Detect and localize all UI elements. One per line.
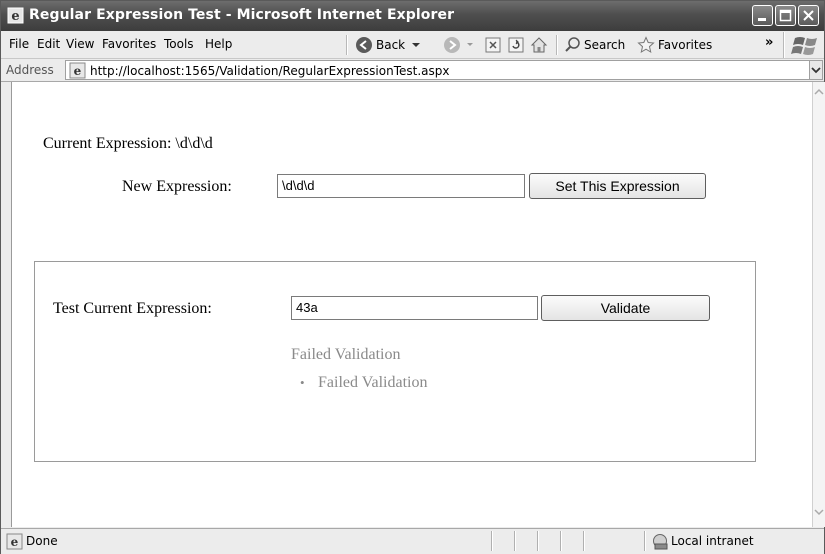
- refresh-icon: [508, 37, 524, 53]
- home-icon: [530, 37, 548, 53]
- address-field[interactable]: e http://localhost:1565/Validation/Regul…: [65, 60, 810, 80]
- forward-button[interactable]: [443, 35, 475, 55]
- menu-view[interactable]: View: [66, 37, 94, 51]
- test-expression-input[interactable]: 43a: [291, 296, 538, 320]
- browser-window: e Regular Expression Test - Microsoft In…: [0, 0, 825, 554]
- chevron-down-icon: [412, 43, 421, 47]
- address-url: http://localhost:1565/Validation/Regular…: [90, 64, 450, 78]
- windows-flag-icon: [791, 37, 817, 55]
- chevron-down-icon: [811, 67, 821, 74]
- svg-text:e: e: [11, 535, 19, 549]
- test-expression-label: Test Current Expression:: [53, 300, 212, 317]
- page-icon: e: [69, 62, 86, 79]
- back-label: Back: [376, 38, 406, 52]
- favorites-label: Favorites: [658, 38, 713, 52]
- status-panel-divider: [514, 531, 516, 551]
- validation-error-item: Failed Validation: [300, 374, 427, 392]
- set-expression-button[interactable]: Set This Expression: [529, 173, 706, 199]
- address-bar: Address e http://localhost:1565/Validati…: [1, 59, 824, 82]
- status-panel-divider: [560, 531, 562, 551]
- home-button[interactable]: [530, 35, 548, 55]
- page-content: Current Expression: \d\d\d New Expressio…: [11, 82, 813, 527]
- close-button[interactable]: [798, 5, 819, 26]
- stop-button[interactable]: [485, 35, 501, 55]
- window-title: Regular Expression Test - Microsoft Inte…: [29, 7, 455, 23]
- back-arrow-icon: [356, 37, 372, 53]
- toolbar-overflow-chevron[interactable]: »: [765, 32, 773, 52]
- favorites-button[interactable]: Favorites: [637, 35, 712, 55]
- menu-bar: File Edit View Favorites Tools Help Back…: [1, 31, 824, 59]
- toolbar-separator: [783, 32, 785, 58]
- maximize-button[interactable]: [775, 5, 796, 26]
- search-icon: [565, 37, 580, 52]
- back-button[interactable]: Back: [355, 35, 422, 55]
- menu-tools[interactable]: Tools: [164, 37, 194, 51]
- menu-file[interactable]: File: [9, 37, 29, 51]
- test-panel: Test Current Expression: 43a Validate Fa…: [34, 261, 756, 462]
- refresh-button[interactable]: [508, 35, 524, 55]
- local-intranet-icon: [653, 534, 668, 550]
- svg-text:e: e: [11, 9, 19, 24]
- star-icon: [637, 36, 655, 54]
- chevron-down-icon: [467, 43, 473, 46]
- page-done-icon: e: [6, 533, 23, 550]
- ie-logo-icon: e: [7, 7, 24, 24]
- new-expression-label: New Expression:: [122, 178, 232, 195]
- toolbar-separator: [346, 35, 348, 55]
- svg-text:e: e: [74, 64, 82, 78]
- search-button[interactable]: Search: [564, 35, 625, 55]
- menu-edit[interactable]: Edit: [37, 37, 60, 51]
- status-bar: e Done Local intranet: [1, 528, 824, 554]
- status-panel-divider: [537, 531, 539, 551]
- new-expression-input[interactable]: \d\d\d: [277, 174, 525, 198]
- toolbar-separator: [556, 35, 558, 55]
- validation-error-list: Failed Validation: [300, 374, 427, 392]
- stop-icon: [485, 37, 501, 53]
- status-panel-divider: [583, 531, 585, 551]
- validation-summary-header: Failed Validation: [291, 346, 401, 363]
- address-dropdown-button[interactable]: [809, 60, 823, 80]
- title-bar: e Regular Expression Test - Microsoft In…: [1, 1, 824, 31]
- maximize-icon: [779, 9, 792, 22]
- status-panel-divider: [491, 531, 493, 551]
- minimize-icon: [758, 18, 766, 21]
- validate-button[interactable]: Validate: [541, 295, 710, 321]
- status-panel-divider: [644, 531, 646, 551]
- minimize-button[interactable]: [752, 5, 773, 26]
- search-label: Search: [584, 38, 626, 52]
- status-text: Done: [26, 534, 58, 548]
- menu-help[interactable]: Help: [205, 37, 232, 51]
- forward-arrow-icon: [444, 37, 460, 53]
- scroll-down-arrow-icon[interactable]: [814, 507, 824, 517]
- address-label: Address: [6, 63, 54, 77]
- menu-favorites[interactable]: Favorites: [102, 37, 156, 51]
- close-icon: [803, 10, 814, 21]
- vertical-scrollbar[interactable]: [812, 82, 825, 527]
- security-zone-label: Local intranet: [671, 534, 754, 548]
- scroll-up-arrow-icon[interactable]: [814, 87, 824, 97]
- current-expression-label: Current Expression: \d\d\d: [43, 135, 213, 152]
